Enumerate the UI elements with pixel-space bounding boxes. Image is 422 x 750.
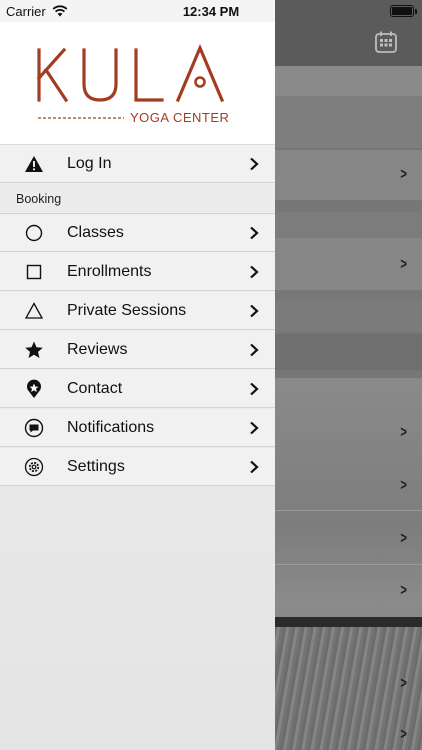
menu-item-label: Settings <box>67 458 125 475</box>
section-header-booking: Booking <box>0 184 275 214</box>
menu-item-enrollments[interactable]: Enrollments <box>0 253 275 291</box>
chevron-right-icon: > <box>400 166 407 183</box>
chevron-right-icon <box>250 157 259 171</box>
clock: 12:34 PM <box>182 4 240 19</box>
menu-item-log-in[interactable]: Log In <box>0 145 275 183</box>
square-icon <box>26 264 42 280</box>
battery-tip <box>415 9 417 14</box>
location-pin-icon <box>27 379 41 398</box>
background-divider <box>270 617 422 627</box>
chevron-right-icon <box>250 265 259 279</box>
chevron-right-icon[interactable]: > <box>400 675 407 693</box>
chevron-right-icon[interactable]: > <box>400 424 407 442</box>
logo-tagline: YOGA CENTER <box>130 110 229 125</box>
chevron-right-icon: > <box>400 256 407 273</box>
chevron-right-icon <box>250 460 259 474</box>
chevron-right-icon <box>250 304 259 318</box>
battery-icon <box>390 5 414 17</box>
status-bar: Carrier 12:34 PM <box>0 0 422 22</box>
side-drawer: YOGA CENTER Log In Booking Classes Enrol <box>0 0 275 750</box>
menu-item-label: Enrollments <box>67 263 152 280</box>
calendar-icon[interactable] <box>374 30 398 54</box>
warning-icon <box>25 156 43 172</box>
chevron-right-icon[interactable]: > <box>400 582 407 600</box>
logo-header: YOGA CENTER <box>0 22 275 145</box>
section-header-label: Booking <box>16 192 62 206</box>
kula-logo: YOGA CENTER <box>36 43 229 125</box>
chevron-right-icon[interactable]: > <box>400 477 407 495</box>
menu-item-label: Classes <box>67 224 124 241</box>
chat-bubble-icon <box>24 418 44 438</box>
menu-item-label: Contact <box>67 380 123 397</box>
menu-item-classes[interactable]: Classes <box>0 214 275 252</box>
triangle-icon <box>24 302 44 319</box>
circle-icon <box>25 224 43 242</box>
chevron-right-icon[interactable]: > <box>400 530 407 548</box>
chevron-right-icon <box>250 343 259 357</box>
chevron-right-icon <box>250 421 259 435</box>
menu-item-label: Private Sessions <box>67 302 187 319</box>
menu-item-private-sessions[interactable]: Private Sessions <box>0 292 275 330</box>
chevron-right-icon <box>250 382 259 396</box>
chevron-right-icon <box>250 226 259 240</box>
menu-item-notifications[interactable]: Notifications <box>0 409 275 447</box>
menu-item-settings[interactable]: Settings <box>0 448 275 486</box>
menu-item-reviews[interactable]: Reviews <box>0 331 275 369</box>
menu-item-label: Reviews <box>67 341 128 358</box>
menu-item-label: Notifications <box>67 419 155 436</box>
menu-item-contact[interactable]: Contact <box>0 370 275 408</box>
menu-item-label: Log In <box>67 155 112 172</box>
chevron-right-icon[interactable]: > <box>400 726 407 744</box>
gear-icon <box>24 457 44 477</box>
star-icon <box>25 341 43 358</box>
